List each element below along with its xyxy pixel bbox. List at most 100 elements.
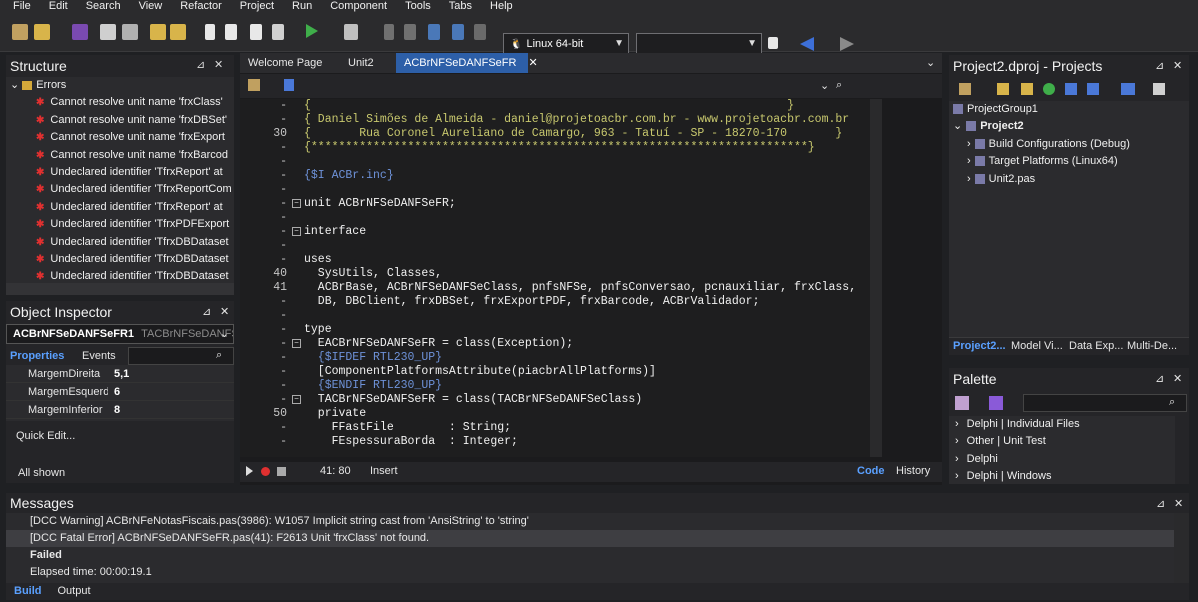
palette-category[interactable]: › Delphi | Windows [949, 468, 1175, 484]
stop-macro-icon[interactable] [277, 467, 286, 476]
project-tree-item[interactable]: › Build Configurations (Debug) [949, 136, 1189, 153]
object-selector[interactable]: ACBrNFSeDANFSeFR1 TACBrNFSeDANFSe ⌄ [6, 324, 234, 344]
back-arrow-icon[interactable] [800, 37, 814, 51]
projects-tab[interactable]: Model Vi... [1011, 340, 1063, 352]
add-to-project-icon[interactable] [150, 24, 166, 40]
palette-category[interactable]: › Delphi | Individual Files [949, 416, 1175, 433]
fold-icon[interactable]: − [292, 199, 301, 208]
menu-tabs[interactable]: Tabs [440, 0, 481, 13]
tab-properties[interactable]: Properties [10, 350, 64, 362]
folder-icon[interactable] [1021, 83, 1033, 95]
configuration-select[interactable]: ▼ [636, 33, 762, 55]
close-tab-icon[interactable]: ✕ [528, 57, 537, 69]
tab-code[interactable]: Code [857, 465, 885, 477]
message-row[interactable]: Failed [6, 547, 1174, 564]
menu-help[interactable]: Help [481, 0, 522, 13]
structure-error-item[interactable]: ✱ Undeclared identifier 'TfrxPDFExport [6, 216, 234, 233]
platform-select[interactable]: 🐧 Linux 64-bit ▼ [503, 33, 629, 55]
pause-icon[interactable] [384, 24, 394, 40]
build-icon[interactable] [1087, 83, 1099, 95]
view-unit-icon[interactable] [225, 24, 237, 40]
pin-icon[interactable]: ⊿ [202, 305, 211, 318]
palette-search-input[interactable] [1023, 394, 1187, 412]
pointer-icon[interactable] [989, 396, 1003, 410]
new-project-icon[interactable] [959, 83, 971, 95]
menu-tools[interactable]: Tools [396, 0, 440, 13]
structure-root-errors[interactable]: ⌄ Errors [6, 77, 234, 94]
device-icon[interactable] [768, 37, 778, 49]
structure-error-item[interactable]: ✱ Undeclared identifier 'TfrxDBDataset [6, 251, 234, 268]
menu-refactor[interactable]: Refactor [171, 0, 231, 13]
palette-category[interactable]: › Other | Unit Test [949, 433, 1175, 450]
fold-icon[interactable]: − [292, 339, 301, 348]
forward-arrow-icon[interactable] [840, 37, 854, 51]
structure-error-item[interactable]: ✱ Cannot resolve unit name 'frxDBSet' [6, 112, 234, 129]
menu-component[interactable]: Component [321, 0, 396, 13]
project-tree-item[interactable]: ProjectGroup1 [949, 101, 1189, 118]
open-project-icon[interactable] [997, 83, 1009, 95]
structure-error-item[interactable]: ✱ Undeclared identifier 'TfrxReportCom [6, 181, 234, 198]
open-folder-icon[interactable] [34, 24, 50, 40]
editor-tab[interactable]: ACBrNFSeDANFSeFR ✕ [396, 53, 538, 73]
property-value[interactable]: 8 [108, 401, 120, 418]
build-all-icon[interactable] [1121, 83, 1135, 95]
fold-icon[interactable]: − [292, 395, 301, 404]
projects-tab[interactable]: Data Exp... [1069, 340, 1123, 352]
message-row[interactable]: [DCC Warning] ACBrNFeNotasFiscais.pas(39… [6, 513, 1174, 530]
new-items-icon[interactable] [12, 24, 28, 40]
method-tools-icon[interactable] [248, 79, 260, 91]
toggle-form-unit-icon[interactable] [205, 24, 215, 40]
structure-error-item[interactable]: ✱ Cannot resolve unit name 'frxExport [6, 129, 234, 146]
view-form-icon[interactable] [250, 24, 262, 40]
run-to-cursor-icon[interactable] [474, 24, 486, 40]
menu-edit[interactable]: Edit [40, 0, 77, 13]
run-without-debug-icon[interactable] [344, 24, 358, 40]
close-icon[interactable]: ✕ [1173, 372, 1182, 385]
pin-icon[interactable]: ⊿ [1155, 59, 1164, 72]
project-tree-item[interactable]: › Target Platforms (Linux64) [949, 153, 1189, 170]
menu-project[interactable]: Project [231, 0, 283, 13]
chevron-down-icon[interactable]: ⌄ [926, 56, 935, 69]
horizontal-scrollbar[interactable] [6, 283, 234, 295]
unit-selector-icon[interactable] [284, 79, 294, 91]
filter-icon[interactable] [1065, 83, 1077, 95]
palette-list[interactable]: › Delphi | Individual Files › Other | Unit … [949, 416, 1175, 484]
tab-history[interactable]: History [896, 465, 930, 477]
quick-edit-link[interactable]: Quick Edit... [16, 430, 75, 442]
messages-tab[interactable]: Build [6, 585, 50, 597]
pin-icon[interactable]: ⊿ [1155, 372, 1164, 385]
structure-tree[interactable]: ⌄ Errors ✱ Cannot resolve unit name 'frxC… [6, 77, 234, 283]
vertical-scrollbar[interactable] [870, 99, 882, 457]
save-all-icon[interactable] [100, 24, 116, 40]
close-icon[interactable]: ✕ [1174, 497, 1183, 510]
projects-tab[interactable]: Project2... [953, 340, 1006, 352]
code-editor[interactable]: - { } - { Daniel Simões de Almeida - daniel… [240, 99, 870, 457]
project-tree-item[interactable]: ⌄ Project2 [949, 118, 1189, 135]
property-row[interactable]: MargemInferior 8 [6, 401, 234, 419]
trace-into-icon[interactable] [428, 24, 440, 40]
vertical-scrollbar[interactable] [1174, 513, 1189, 583]
menu-run[interactable]: Run [283, 0, 321, 13]
remove-from-project-icon[interactable] [170, 24, 186, 40]
stop-icon[interactable] [404, 24, 416, 40]
step-over-icon[interactable] [452, 24, 464, 40]
save-icon[interactable] [72, 24, 88, 40]
chevron-down-icon[interactable]: ⌄ [820, 79, 829, 92]
record-macro-icon[interactable] [261, 467, 270, 476]
run-icon[interactable] [306, 24, 318, 38]
message-row[interactable]: Elapsed time: 00:00:19.1 [6, 564, 1174, 581]
message-row[interactable]: [DCC Fatal Error] ACBrNFSeDANFSeFR.pas(4… [6, 530, 1174, 547]
palette-category-icon[interactable] [955, 396, 969, 410]
property-row[interactable]: MargemDireita 5,1 [6, 365, 234, 383]
close-icon[interactable]: ✕ [220, 305, 229, 318]
pin-icon[interactable]: ⊿ [196, 58, 205, 71]
structure-error-item[interactable]: ✱ Cannot resolve unit name 'frxClass' [6, 94, 234, 111]
view-icon[interactable] [1153, 83, 1165, 95]
editor-tab[interactable]: Unit2 [340, 53, 382, 73]
tab-events[interactable]: Events [82, 350, 116, 362]
close-icon[interactable]: ✕ [1173, 59, 1182, 72]
sync-icon[interactable] [1043, 83, 1055, 95]
close-icon[interactable]: ✕ [214, 58, 223, 71]
structure-error-item[interactable]: ✱ Undeclared identifier 'TfrxReport' at [6, 164, 234, 181]
search-icon[interactable]: ⌕ [216, 349, 222, 362]
